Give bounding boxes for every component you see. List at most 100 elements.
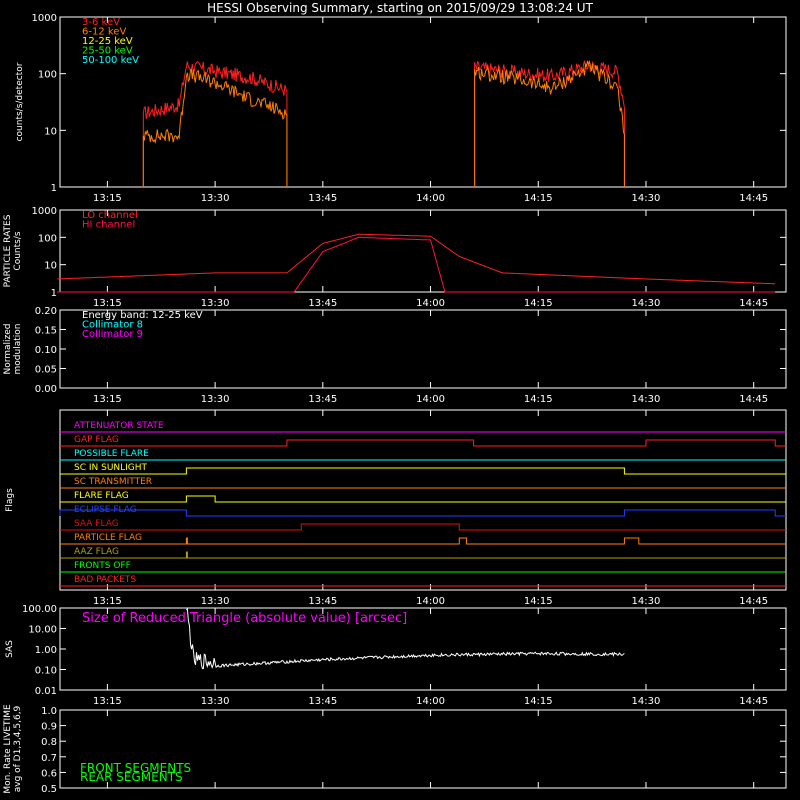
y-axis-label: counts/s/detector xyxy=(15,62,25,141)
y-tick-label: 0.6 xyxy=(41,768,57,779)
y-tick-label: 1000 xyxy=(32,206,57,217)
x-tick-label: 14:45 xyxy=(739,298,768,309)
x-tick-label: 14:45 xyxy=(739,596,768,607)
y-axis-label: SAS xyxy=(5,640,15,658)
y-tick-label: 1.0 xyxy=(41,706,57,717)
x-tick-label: 13:30 xyxy=(201,394,230,405)
x-tick-label: 13:45 xyxy=(308,298,337,309)
x-tick-label: 14:30 xyxy=(632,298,661,309)
x-tick-label: 14:15 xyxy=(524,394,553,405)
flag-line xyxy=(60,551,786,559)
y-tick-label: 1.00 xyxy=(35,645,57,656)
legend-entry: 50-100 keV xyxy=(82,55,139,66)
x-tick-label: 13:45 xyxy=(308,193,337,204)
y-axis-label: modulation xyxy=(13,324,23,375)
x-tick-label: 14:45 xyxy=(739,696,768,707)
plot-canvas: 13:15 13:30 13:45 14:00 14:15 14:30 14:4511010… xyxy=(3,13,787,795)
x-tick-label: 14:30 xyxy=(632,596,661,607)
series-line-6-12-keV xyxy=(474,59,625,135)
flag-label: FLARE FLAG xyxy=(74,491,129,501)
flag-label: SC IN SUNLIGHT xyxy=(74,463,148,473)
y-tick-label: 100 xyxy=(38,70,57,81)
y-tick-label: 0.00 xyxy=(35,384,57,395)
x-tick-label: 14:00 xyxy=(416,298,445,309)
chart-modulation: 13:15 13:30 13:45 14:00 14:15 14:30 14:45 0.00 0… xyxy=(3,306,787,405)
flag-label: FRONTS OFF xyxy=(74,561,131,571)
flag-line xyxy=(60,523,786,531)
x-tick-label: 14:30 xyxy=(632,696,661,707)
x-tick-label: 13:30 xyxy=(201,696,230,707)
x-tick-label: 14:00 xyxy=(416,193,445,204)
flag-label: SAA FLAG xyxy=(74,519,119,529)
y-axis-label: Counts/s xyxy=(13,231,23,270)
chart-lightcurves: 13:15 13:30 13:45 14:00 14:15 14:30 14:45 1 10 10… xyxy=(15,13,787,204)
y-tick-label: 1000 xyxy=(32,13,57,24)
x-tick-label: 13:30 xyxy=(201,596,230,607)
x-tick-label: 13:15 xyxy=(93,298,122,309)
legend-entry: Collimator 9 xyxy=(82,329,143,340)
x-tick-label: 13:45 xyxy=(308,394,337,405)
y-tick-label: 0.5 xyxy=(41,784,57,795)
x-tick-label: 13:30 xyxy=(201,193,230,204)
flag-label: GAP FLAG xyxy=(74,435,119,445)
y-axis-label: avg of D1,3,4,5,6,9 xyxy=(13,705,23,792)
flag-line xyxy=(60,495,786,503)
y-axis-label: Mon. Rate LIVETIME xyxy=(3,704,13,794)
y-tick-label: 100 xyxy=(38,233,57,244)
x-tick-label: 13:45 xyxy=(308,596,337,607)
y-axis-label: PARTICLE RATES xyxy=(3,214,13,287)
plot-frame xyxy=(59,16,787,188)
flag-label: PARTICLE FLAG xyxy=(74,533,142,543)
x-tick-label: 14:00 xyxy=(416,696,445,707)
y-axis-label: Normalized xyxy=(3,323,13,374)
x-tick-label: 13:30 xyxy=(201,298,230,309)
x-tick-label: 14:15 xyxy=(524,696,553,707)
y-tick-label: 0.15 xyxy=(35,326,57,337)
series-line-3-6-keV xyxy=(474,60,625,108)
chart-sas: 13:15 13:30 13:45 14:00 14:15 14:30 14:45 0.01 0… xyxy=(5,604,787,707)
y-tick-label: 1 xyxy=(51,288,57,299)
chart-annotation: Size of Reduced Triangle (absolute value… xyxy=(82,611,407,626)
flag-line xyxy=(59,509,786,517)
series-line-HI-channel xyxy=(57,236,776,293)
x-tick-label: 14:15 xyxy=(524,298,553,309)
x-tick-label: 14:15 xyxy=(524,193,553,204)
chart-particle: 13:15 13:30 13:45 14:00 14:15 14:30 14:45 1 10 10… xyxy=(3,206,787,309)
flag-label: POSSIBLE FLARE xyxy=(74,449,149,459)
x-tick-label: 14:30 xyxy=(632,394,661,405)
observing-summary: HESSI Observing Summary, starting on 201… xyxy=(0,0,800,800)
x-tick-label: 13:45 xyxy=(308,696,337,707)
y-tick-label: 0.05 xyxy=(35,365,57,376)
series-line-LO-channel xyxy=(57,233,776,285)
legend-entry: REAR SEGMENTS xyxy=(80,770,183,784)
y-axis-label: Flags xyxy=(5,488,15,512)
x-tick-label: 14:15 xyxy=(524,596,553,607)
y-tick-label: 0.7 xyxy=(41,753,57,764)
y-tick-label: 10 xyxy=(44,126,57,137)
x-tick-label: 13:15 xyxy=(93,596,122,607)
flag-line xyxy=(60,439,786,447)
flag-label: ATTENUATOR STATE xyxy=(74,421,164,431)
y-tick-label: 1 xyxy=(51,183,57,194)
y-tick-label: 0.20 xyxy=(35,306,57,317)
chart-livetime: 0.5 0.6 0.7 0.8 0.9 1.0 Mon. Rate LIVETIME avg … xyxy=(3,704,787,795)
flag-label: BAD PACKETS xyxy=(74,575,136,585)
series-line-3-6-keV xyxy=(142,60,288,119)
x-tick-label: 13:15 xyxy=(93,193,122,204)
x-tick-label: 13:15 xyxy=(93,394,122,405)
flag-label: AAZ FLAG xyxy=(74,547,119,557)
plot-frame xyxy=(59,409,787,591)
y-tick-label: 0.8 xyxy=(41,737,57,748)
y-tick-label: 0.10 xyxy=(35,345,57,356)
y-tick-label: 0.10 xyxy=(35,666,57,677)
chart-flags: 13:15 13:30 13:45 14:00 14:15 14:30 14:45 Flags… xyxy=(5,409,787,607)
x-tick-label: 14:45 xyxy=(739,193,768,204)
plot-frame xyxy=(59,309,787,389)
y-tick-label: 0.9 xyxy=(41,722,57,733)
legend-entry: HI channel xyxy=(82,220,135,231)
x-tick-label: 13:15 xyxy=(93,696,122,707)
y-tick-label: 100.00 xyxy=(22,604,57,615)
x-tick-label: 14:45 xyxy=(739,394,768,405)
flag-line xyxy=(60,467,786,475)
x-tick-label: 14:00 xyxy=(416,596,445,607)
